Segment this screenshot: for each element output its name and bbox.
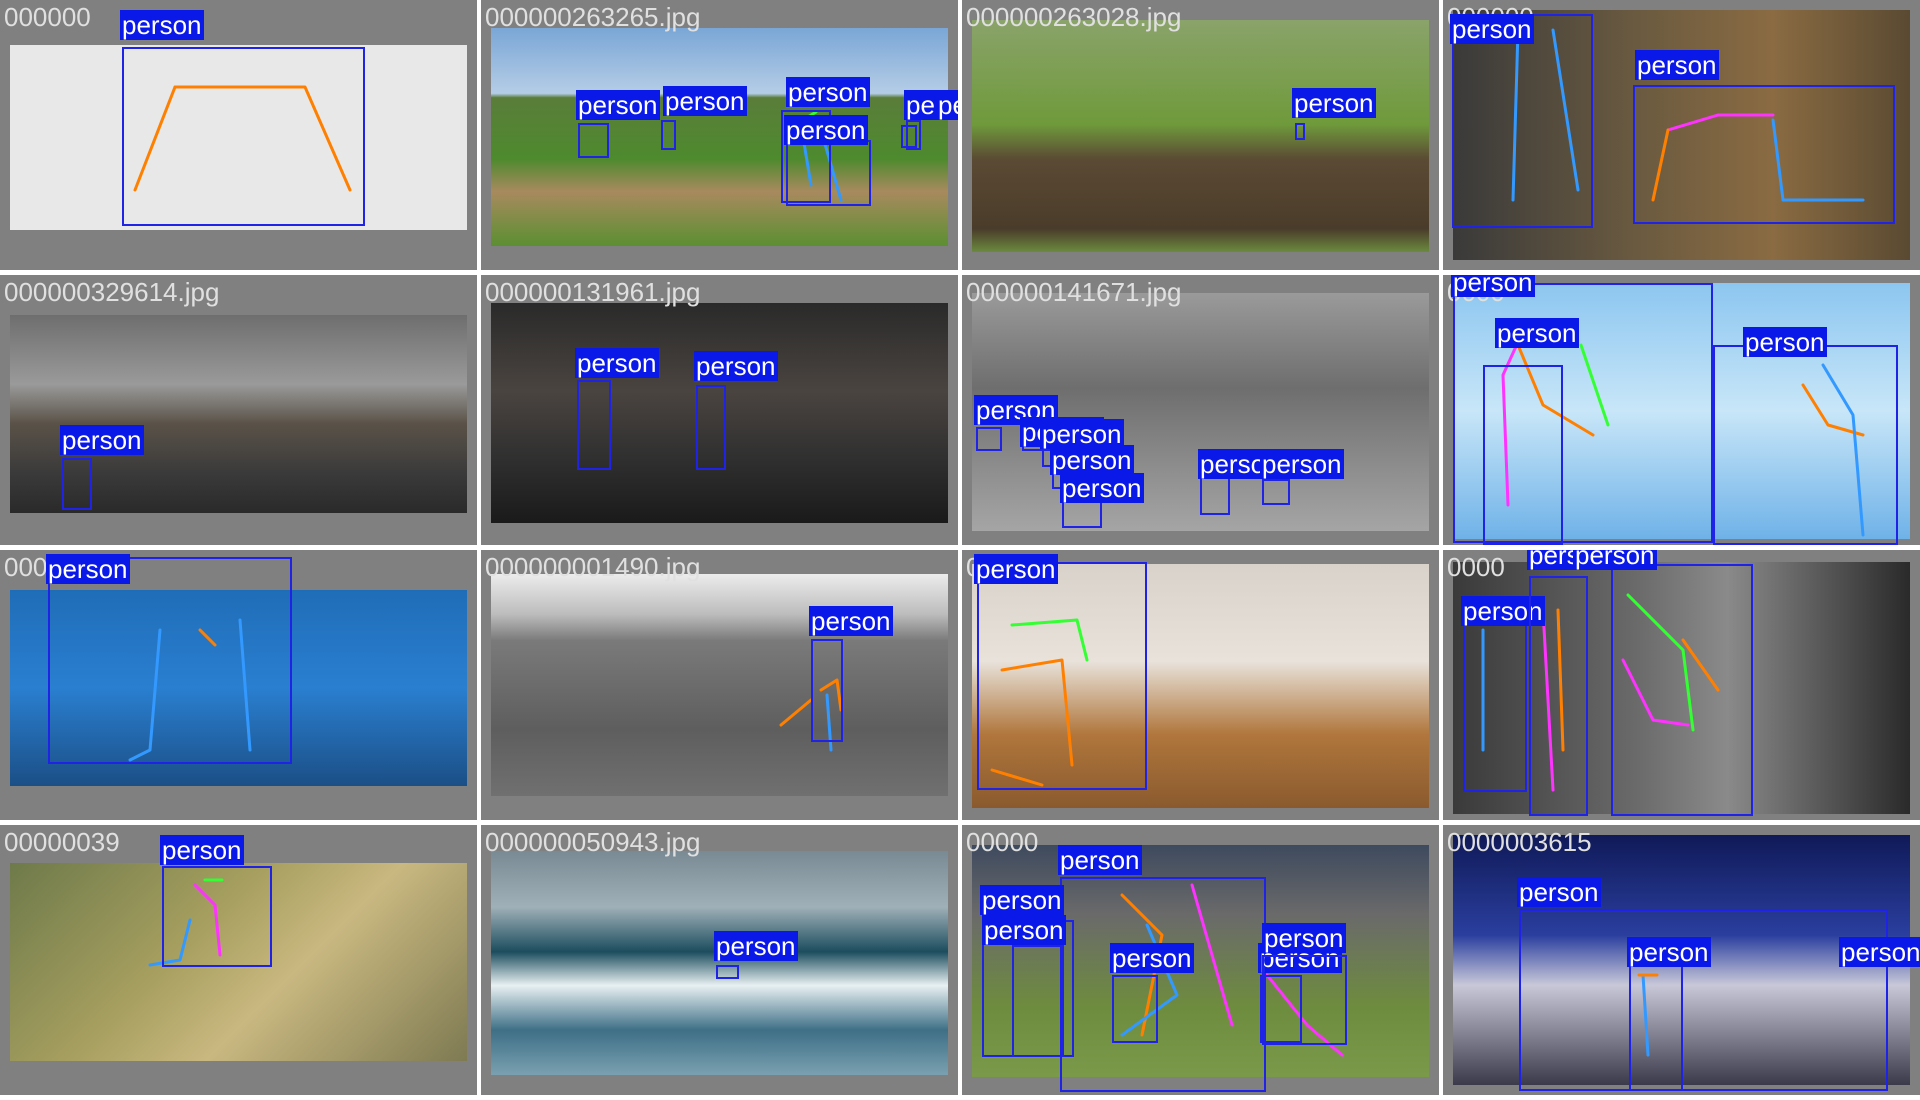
mosaic-tile: 00000 person person person person person perso… — [962, 825, 1439, 1095]
person-bounding-box — [977, 562, 1147, 790]
annotation-layer: personpersonpersonpersonpersonperson — [962, 825, 1439, 1095]
person-label: person — [1292, 88, 1376, 118]
person-bounding-box — [1060, 877, 1266, 1092]
mosaic-tile: 000 person — [0, 550, 477, 820]
person-bounding-box — [1262, 479, 1290, 505]
person-bounding-box — [1463, 604, 1527, 792]
person-label: person — [982, 915, 1066, 945]
mosaic-tile: 000000263028.jpg person — [962, 0, 1439, 270]
person-label: person — [1110, 943, 1194, 973]
mosaic-tile: 0000personpersonperson — [1443, 275, 1920, 545]
person-label: person — [46, 554, 130, 584]
person-bounding-box — [906, 120, 921, 150]
annotation-layer: person — [0, 825, 477, 1095]
person-label: person — [60, 425, 144, 455]
person-label: person — [1573, 550, 1657, 570]
annotation-layer: person — [0, 0, 477, 270]
person-bounding-box — [1262, 955, 1347, 1045]
person-bounding-box — [1200, 473, 1230, 515]
annotation-layer: personpersonpersonpersonpersonperson — [481, 0, 958, 270]
person-label: person — [980, 885, 1064, 915]
person-bounding-box — [1295, 123, 1305, 140]
person-label: person — [936, 90, 958, 120]
annotation-layer: person — [962, 0, 1439, 270]
pose-skeleton — [962, 0, 1439, 270]
person-label: person — [160, 835, 244, 865]
pose-skeleton — [779, 678, 843, 752]
annotation-layer: person — [0, 550, 477, 820]
person-bounding-box — [62, 458, 92, 510]
person-bounding-box — [811, 639, 843, 742]
person-label: person — [1495, 318, 1579, 348]
person-bounding-box — [1629, 965, 1683, 1091]
person-bounding-box — [1529, 576, 1588, 816]
person-label: person — [714, 931, 798, 961]
person-label: person — [1451, 275, 1535, 297]
person-bounding-box — [1611, 564, 1753, 816]
annotation-layer: person person person — [1443, 275, 1920, 545]
annotation-layer: person — [481, 550, 958, 820]
mosaic-tile: 0000003615 person person person — [1443, 825, 1920, 1095]
person-label: person — [1058, 845, 1142, 875]
mosaic-tile: 0person — [962, 550, 1439, 820]
person-bounding-box — [1633, 85, 1895, 224]
person-label: person — [1262, 923, 1346, 953]
pose-skeleton — [797, 110, 843, 202]
person-label: person — [663, 86, 747, 116]
person-label: person — [974, 554, 1058, 584]
person-bounding-box — [122, 47, 365, 226]
person-label: person — [1450, 14, 1534, 44]
person-label: person — [575, 348, 659, 378]
person-label: person — [809, 606, 893, 636]
person-label: person — [1839, 937, 1920, 967]
mosaic-tile: 000000141671.jpg person person person person… — [962, 275, 1439, 545]
annotation-layer: person person — [481, 275, 958, 545]
mosaic-tile: 0000personpersonperson — [1443, 550, 1920, 820]
skeleton-limb — [779, 698, 813, 727]
mosaic-tile: 000000personperson — [1443, 0, 1920, 270]
person-label: person — [576, 90, 660, 120]
person-label: person — [1050, 445, 1134, 475]
person-label: person — [786, 77, 870, 107]
person-label: person — [1743, 327, 1827, 357]
annotation-layer: person — [0, 275, 477, 545]
person-label: person — [694, 351, 778, 381]
person-bounding-box — [162, 866, 272, 967]
person-label: person — [1627, 937, 1711, 967]
person-bounding-box — [1112, 975, 1158, 1043]
annotation-layer: person — [962, 550, 1439, 820]
annotation-layer: person person person — [1443, 825, 1920, 1095]
person-label: person — [1260, 449, 1344, 479]
person-bounding-box — [1452, 14, 1593, 228]
person-bounding-box — [578, 123, 609, 158]
person-label: person — [1060, 473, 1144, 503]
person-bounding-box — [661, 120, 676, 150]
person-label: person — [1635, 50, 1719, 80]
person-label: person — [1517, 877, 1601, 907]
person-bounding-box — [1012, 945, 1064, 1057]
person-bounding-box — [1483, 365, 1563, 545]
mosaic-tile: 000000001490.jpg person — [481, 550, 958, 820]
person-bounding-box — [786, 140, 871, 206]
person-bounding-box — [696, 385, 726, 470]
mosaic-tile: 000000050943.jpg person — [481, 825, 958, 1095]
person-label: person — [120, 10, 204, 40]
person-bounding-box — [577, 380, 611, 470]
annotation-layer: person — [481, 825, 958, 1095]
mosaic-grid: 000000 person 000000263265.jpg person person… — [0, 0, 1920, 1100]
mosaic-tile: 00000039 person — [0, 825, 477, 1095]
annotation-layer: person person — [1443, 0, 1920, 270]
person-label: person — [784, 115, 868, 145]
person-bounding-box — [716, 965, 739, 979]
mosaic-tile: 000000 person — [0, 0, 477, 270]
mosaic-tile: 000000263265.jpg person person person person… — [481, 0, 958, 270]
annotation-layer: personpersonpersonpersonpersonpersonpers… — [962, 275, 1439, 545]
mosaic-tile: 000000131961.jpg person person — [481, 275, 958, 545]
annotation-layer: person person person — [1443, 550, 1920, 820]
person-bounding-box — [1713, 345, 1898, 545]
person-bounding-box — [48, 557, 292, 764]
person-bounding-box — [976, 427, 1002, 451]
mosaic-tile: 000000329614.jpg person — [0, 275, 477, 545]
